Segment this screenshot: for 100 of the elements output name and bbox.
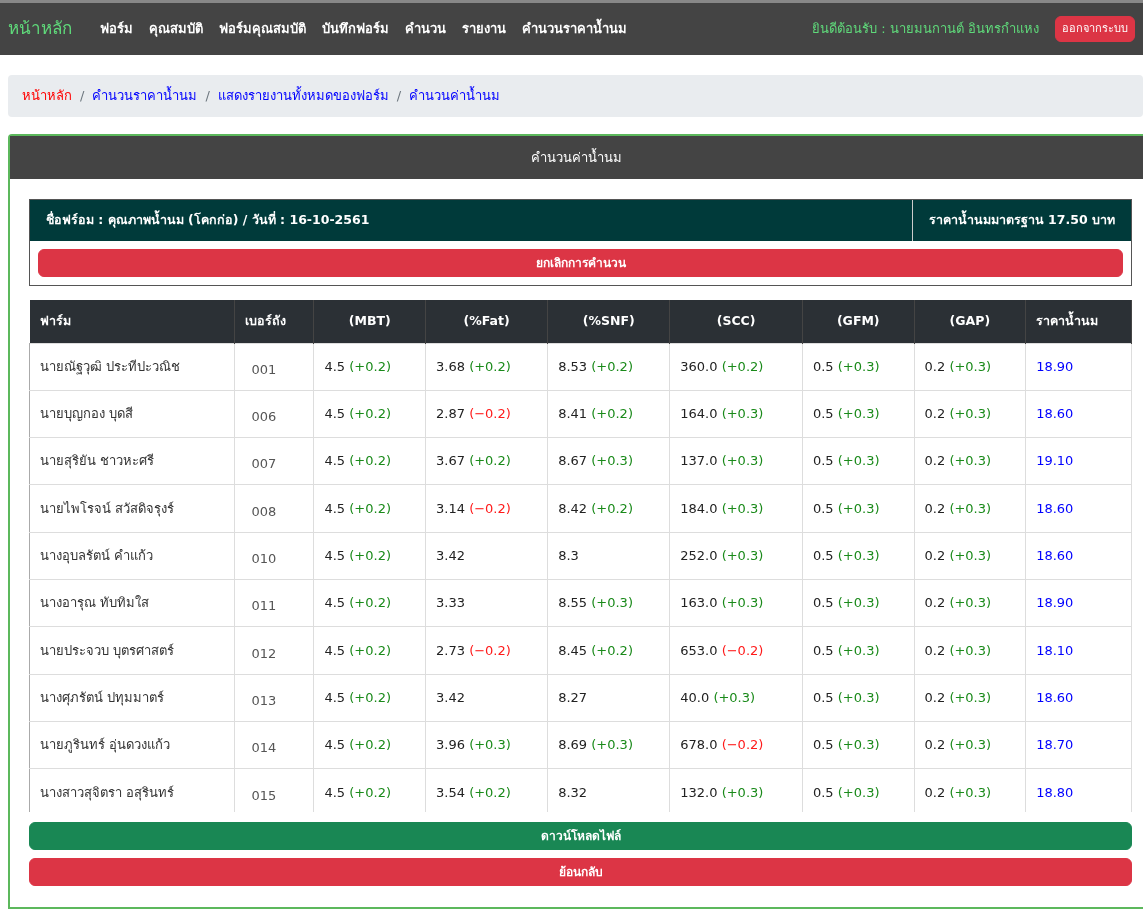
measurement-value: 8.69 <box>558 737 588 753</box>
measurement-value: 0.5 <box>812 500 834 516</box>
breadcrumb-link[interactable]: คำนวนราคาน้ำนม <box>92 86 198 106</box>
table-cell: นายไพโรจน์ สวัสดิจรุงร์ <box>29 484 235 533</box>
measurement-value: 0.2 <box>924 406 946 422</box>
nav-link[interactable]: รายงาน <box>462 19 506 39</box>
measurement-value: 8.32 <box>558 784 588 800</box>
change-value: (+0.3) <box>837 642 880 658</box>
measurement-value: 3.54 <box>436 784 465 800</box>
change-value: (+0.3) <box>949 406 992 422</box>
change-value: (+0.3) <box>837 548 880 564</box>
measurement-value: 0.5 <box>812 737 834 753</box>
change-value: (+0.3) <box>591 453 633 469</box>
change-value: (+0.3) <box>949 689 992 705</box>
nav-link[interactable]: บันทึกฟอร์ม <box>322 19 389 39</box>
change-value: (+0.3) <box>949 642 992 658</box>
measurement-value: 0.2 <box>924 500 946 516</box>
change-value: (+0.3) <box>949 453 992 469</box>
measurement-value: 0.2 <box>924 784 946 800</box>
change-value: (−0.2) <box>469 500 511 516</box>
breadcrumb-link[interactable]: แสดงรายงานทั้งหมดของฟอร์ม <box>217 86 389 106</box>
measurement-value: 4.5 <box>324 595 346 611</box>
measurement-value: 132.0 <box>680 784 718 800</box>
table-cell: นายภูรินทร์ อุ่นดวงแก้ว <box>29 721 235 769</box>
table-cell: 18.10 <box>1025 626 1132 675</box>
table-cell: นายสุริยัน ชาวหะศรี <box>29 437 235 485</box>
change-value: (+0.2) <box>349 406 391 422</box>
brand-link[interactable]: หน้าหลัก <box>8 16 72 42</box>
measurement-value: 4.5 <box>324 500 346 516</box>
change-value: (+0.2) <box>469 358 511 374</box>
measurement-value: 0.5 <box>812 642 834 658</box>
change-value: (+0.3) <box>949 595 992 611</box>
back-button[interactable]: ย้อนกลับ <box>29 858 1132 886</box>
download-button[interactable]: ดาวน์โหลดไฟล์ <box>29 822 1132 850</box>
change-value: (+0.3) <box>721 500 764 516</box>
change-value: (+0.3) <box>713 689 756 705</box>
measurement-value: 4.5 <box>324 784 346 800</box>
form-info-text: ชื่อฟร์อม : คุณภาพน้ำนม (โคกก่อ) / วันที่ : 16-10-2561 <box>46 211 370 230</box>
column-header: (MBT) <box>313 300 426 343</box>
measurement-value: 3.42 <box>436 689 465 705</box>
measurement-value: 8.3 <box>558 548 579 564</box>
measurement-value: 0.2 <box>924 453 946 469</box>
nav-link[interactable]: คำนวน <box>405 19 446 39</box>
measurement-value: 137.0 <box>680 453 718 469</box>
table-cell: 011 <box>234 579 314 627</box>
measurement-value: 252.0 <box>680 548 718 564</box>
breadcrumb-separator: / <box>80 87 85 106</box>
table-cell: นายบุญกอง บุดสี <box>29 390 235 438</box>
table-cell: 18.70 <box>1025 721 1132 769</box>
measurement-value: 8.53 <box>558 358 588 374</box>
table-cell: 18.90 <box>1025 343 1132 391</box>
measurement-value: 0.2 <box>924 642 946 658</box>
change-value: (+0.3) <box>721 595 764 611</box>
measurement-value: 164.0 <box>680 406 718 422</box>
measurement-value: 2.73 <box>436 642 465 658</box>
nav-link[interactable]: คำนวนราคาน้ำนม <box>522 19 627 39</box>
measurement-value: 40.0 <box>680 689 710 705</box>
change-value: (−0.2) <box>721 642 764 658</box>
table-cell: 18.60 <box>1025 390 1132 438</box>
column-header: (%Fat) <box>425 300 548 343</box>
change-value: (+0.3) <box>949 737 992 753</box>
change-value: (+0.2) <box>349 358 391 374</box>
nav-link[interactable]: ฟอร์ม <box>100 19 133 39</box>
change-value: (−0.2) <box>469 406 511 422</box>
breadcrumb-link[interactable]: คำนวนค่าน้ำนม <box>409 86 501 106</box>
logout-button[interactable]: ออกจากระบบ <box>1055 15 1135 43</box>
measurement-value: 4.5 <box>324 453 346 469</box>
measurement-value: 8.67 <box>558 453 588 469</box>
measurement-value: 0.5 <box>812 358 834 374</box>
change-value: (+0.3) <box>469 737 511 753</box>
change-value: (+0.3) <box>721 548 764 564</box>
table-cell: 008 <box>234 484 314 533</box>
table-cell: 010 <box>234 532 314 580</box>
breadcrumb-separator: / <box>396 87 402 106</box>
change-value: (+0.3) <box>721 453 764 469</box>
change-value: (+0.3) <box>591 737 633 753</box>
change-value: (+0.3) <box>837 500 880 516</box>
measurement-value: 0.5 <box>812 453 834 469</box>
change-value: (+0.3) <box>837 689 880 705</box>
table-cell: นางสาวสุจิตรา อสุรินทร์ <box>29 768 235 812</box>
cancel-button[interactable]: ยกเลิกการคำนวน <box>38 249 1123 277</box>
measurement-value: 678.0 <box>680 737 718 753</box>
measurement-value: 184.0 <box>680 500 718 516</box>
change-value: (+0.2) <box>721 358 764 374</box>
table-cell: 001 <box>234 343 314 391</box>
table-cell: นางอุบลรัตน์ คำแก้ว <box>29 532 235 580</box>
measurement-value: 653.0 <box>680 642 718 658</box>
nav-link[interactable]: ฟอร์มคุณสมบัติ <box>219 19 306 39</box>
measurement-value: 4.5 <box>324 642 346 658</box>
table-cell: 18.60 <box>1025 674 1132 722</box>
change-value: (+0.3) <box>721 784 764 800</box>
measurement-value: 0.2 <box>924 737 946 753</box>
nav-link[interactable]: คุณสมบัติ <box>149 19 203 39</box>
measurement-value: 0.2 <box>924 689 946 705</box>
column-header: (GAP) <box>914 300 1026 343</box>
measurement-value: 0.5 <box>812 548 834 564</box>
table-cell: 18.60 <box>1025 532 1132 580</box>
measurement-value: 0.2 <box>924 595 946 611</box>
standard-price-text: ราคาน้ำนมมาตรฐาน 17.50 บาท <box>928 211 1115 230</box>
measurement-value: 8.45 <box>558 642 588 658</box>
